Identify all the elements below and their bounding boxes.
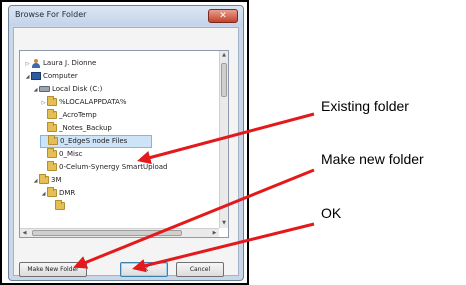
folder-tree[interactable]: ▷ Laura J. Dionne ◢ Computer ◢ Local Disk (… bbox=[19, 50, 229, 238]
collapse-icon[interactable]: ◢ bbox=[24, 71, 31, 84]
tree-item-label: Laura J. Dionne bbox=[43, 59, 97, 67]
tree-item-dmr[interactable]: ◢ DMR bbox=[40, 187, 75, 200]
folder-icon bbox=[55, 200, 65, 210]
scroll-left-arrow-icon[interactable]: ◀ bbox=[20, 229, 29, 237]
folder-icon bbox=[48, 135, 58, 145]
user-folder-icon bbox=[31, 58, 41, 68]
computer-icon bbox=[31, 72, 41, 80]
screenshot-frame: Browse For Folder ✕ ▷ Laura J. Dionne ◢ Co… bbox=[0, 0, 249, 285]
vertical-scroll-thumb[interactable] bbox=[221, 63, 227, 97]
collapse-icon[interactable]: ◢ bbox=[32, 84, 39, 97]
tree-item-acrotemp[interactable]: _AcroTemp bbox=[40, 109, 97, 122]
horizontal-scroll-thumb[interactable] bbox=[32, 230, 182, 236]
tree-item-label: %LOCALAPPDATA% bbox=[59, 98, 127, 106]
collapse-icon[interactable]: ◢ bbox=[32, 175, 39, 188]
make-new-folder-button[interactable]: Make New Folder bbox=[19, 262, 87, 277]
scroll-right-arrow-icon[interactable]: ▶ bbox=[210, 229, 219, 237]
horizontal-scrollbar[interactable]: ◀ ▶ bbox=[20, 228, 219, 237]
folder-icon bbox=[47, 148, 57, 158]
vertical-scrollbar[interactable]: ▲ ▼ bbox=[219, 51, 228, 228]
folder-icon bbox=[47, 161, 57, 171]
tree-item-label: Local Disk (C:) bbox=[52, 85, 103, 93]
scroll-up-arrow-icon[interactable]: ▲ bbox=[220, 51, 228, 60]
tree-item-partial[interactable] bbox=[48, 200, 67, 213]
tree-item-3m[interactable]: ◢ 3M bbox=[32, 174, 62, 187]
folder-icon bbox=[47, 96, 57, 106]
tree-item-label: 3M bbox=[51, 176, 62, 184]
tree-item-label: 0_Misc bbox=[59, 150, 83, 158]
ok-button[interactable]: OK bbox=[120, 262, 168, 277]
tree-item-label: _AcroTemp bbox=[59, 111, 97, 119]
folder-icon bbox=[47, 187, 57, 197]
tree-item-localappdata[interactable]: ▷ %LOCALAPPDATA% bbox=[40, 96, 126, 109]
browse-for-folder-dialog: Browse For Folder ✕ ▷ Laura J. Dionne ◢ Co… bbox=[8, 5, 244, 281]
close-button[interactable]: ✕ bbox=[208, 9, 238, 23]
tree-item-label: Computer bbox=[43, 72, 78, 80]
tree-item-local-disk[interactable]: ◢ Local Disk (C:) bbox=[32, 83, 103, 97]
tree-item-label: 0_EdgeS node Files bbox=[60, 137, 128, 145]
tree-item-label: DMR bbox=[59, 189, 76, 197]
collapse-icon[interactable]: ◢ bbox=[40, 188, 47, 201]
folder-icon bbox=[39, 174, 49, 184]
tree-item-label: 0-Celum-Synergy SmartUpload bbox=[59, 163, 168, 171]
tree-item-misc[interactable]: 0_Misc bbox=[40, 148, 82, 161]
tree-item-edges-node-files[interactable]: 0_EdgeS node Files bbox=[40, 135, 152, 148]
folder-icon bbox=[47, 122, 57, 132]
callout-make-new-folder: Make new folder bbox=[321, 151, 424, 167]
tree-item-celum-synergy[interactable]: 0-Celum-Synergy SmartUpload bbox=[40, 161, 168, 174]
tree-item-label: _Notes_Backup bbox=[59, 124, 112, 132]
disk-drive-icon bbox=[39, 86, 50, 92]
tree-item-computer[interactable]: ◢ Computer bbox=[24, 70, 78, 83]
tree-item-notes-backup[interactable]: _Notes_Backup bbox=[40, 122, 112, 135]
folder-icon bbox=[47, 109, 57, 119]
cancel-button[interactable]: Cancel bbox=[176, 262, 224, 277]
title-bar: Browse For Folder ✕ bbox=[9, 6, 243, 26]
dialog-title: Browse For Folder bbox=[15, 10, 87, 19]
tree-item-laura-j-dionne[interactable]: ▷ Laura J. Dionne bbox=[24, 57, 96, 70]
scroll-down-arrow-icon[interactable]: ▼ bbox=[220, 219, 228, 228]
callout-ok: OK bbox=[321, 205, 342, 221]
callout-existing-folder: Existing folder bbox=[321, 98, 409, 114]
